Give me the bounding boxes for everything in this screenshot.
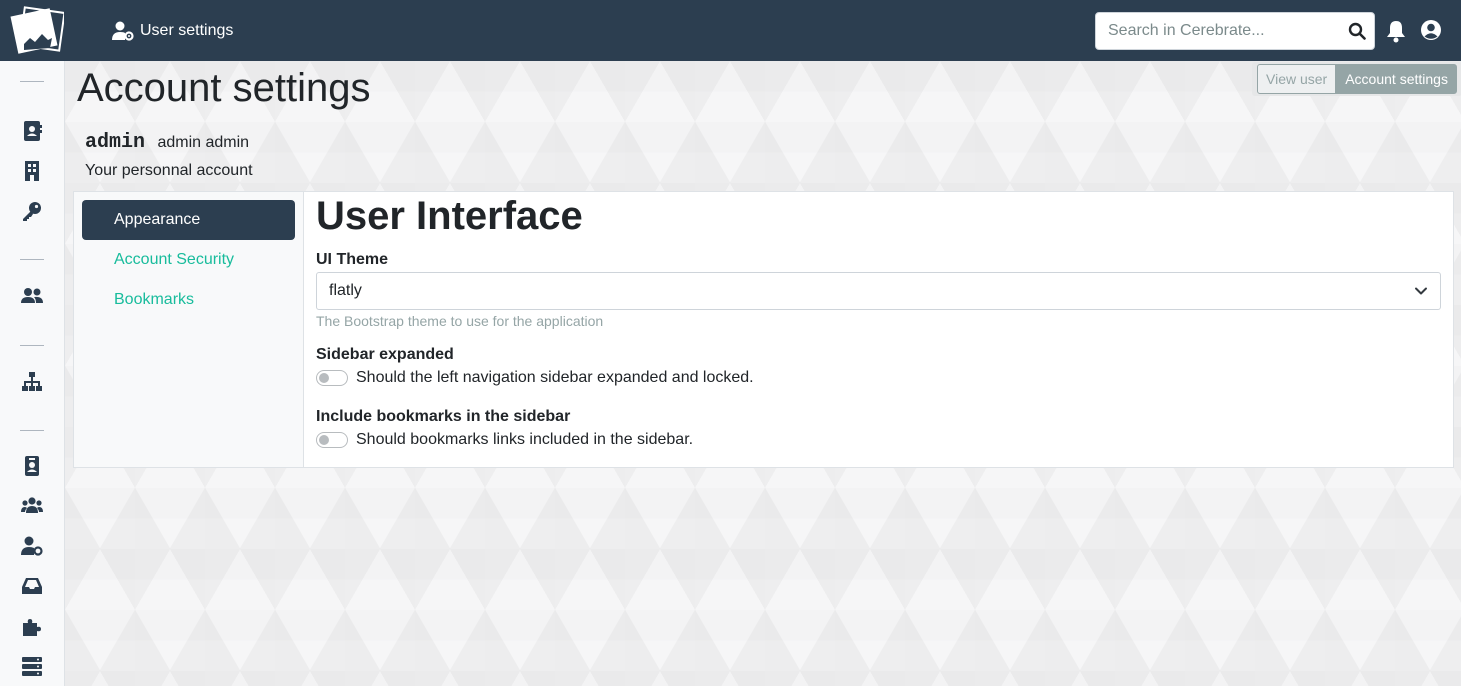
id-badge-icon[interactable]: [21, 455, 43, 477]
sidebar-expanded-label: Sidebar expanded: [316, 346, 454, 363]
settings-panel: User Interface UI Theme flatly The Boots…: [316, 192, 1443, 467]
settings-nav: Appearance Account Security Bookmarks: [74, 192, 304, 467]
address-book-icon[interactable]: [21, 120, 43, 142]
ui-theme-value: flatly: [329, 282, 362, 299]
panel-title: User Interface: [316, 194, 583, 238]
user-circle-icon[interactable]: [1420, 19, 1442, 41]
ui-theme-label: UI Theme: [316, 251, 389, 268]
view-user-button[interactable]: View user: [1257, 64, 1337, 94]
chevron-down-icon: [1415, 287, 1427, 295]
sidebar-divider: [20, 81, 44, 82]
server-icon[interactable]: [21, 655, 43, 677]
bell-icon[interactable]: [1385, 19, 1407, 43]
include-bookmarks-label: Include bookmarks in the sidebar: [316, 408, 571, 425]
ui-theme-select[interactable]: flatly: [316, 272, 1441, 310]
search-icon[interactable]: [1348, 22, 1366, 40]
puzzle-icon[interactable]: [21, 615, 43, 637]
account-settings-button[interactable]: Account settings: [1336, 64, 1457, 94]
users-icon[interactable]: [21, 285, 43, 307]
left-sidebar: [0, 61, 65, 686]
user-cog-icon: [112, 21, 134, 41]
sidebar-expanded-toggle[interactable]: [316, 370, 348, 386]
ui-theme-help: The Bootstrap theme to use for the appli…: [316, 313, 604, 329]
include-bookmarks-description: Should bookmarks links included in the s…: [356, 431, 694, 448]
settings-nav-bookmarks[interactable]: Bookmarks: [82, 280, 295, 320]
sidebar-divider: [20, 430, 44, 431]
user-cog-icon[interactable]: [21, 535, 43, 557]
account-description: Your personnal account: [85, 162, 253, 179]
nav-title-label: User settings: [140, 22, 234, 39]
sidebar-expanded-description: Should the left navigation sidebar expan…: [356, 369, 754, 386]
settings-nav-account-security[interactable]: Account Security: [82, 240, 295, 280]
inbox-icon[interactable]: [21, 575, 43, 597]
page-title: Account settings: [77, 66, 371, 110]
building-icon[interactable]: [21, 160, 43, 182]
search-input[interactable]: [1096, 13, 1336, 49]
include-bookmarks-row: Should bookmarks links included in the s…: [316, 431, 693, 449]
user-identity: admin admin admin: [85, 131, 249, 154]
nav-user-settings[interactable]: User settings: [112, 18, 233, 44]
sidebar-expanded-row: Should the left navigation sidebar expan…: [316, 369, 754, 387]
include-bookmarks-toggle[interactable]: [316, 432, 348, 448]
settings-nav-appearance[interactable]: Appearance: [82, 200, 295, 240]
user-group-icon[interactable]: [21, 495, 43, 517]
search-box: [1095, 12, 1375, 50]
sitemap-icon[interactable]: [21, 371, 43, 393]
sidebar-divider: [20, 345, 44, 346]
key-icon[interactable]: [21, 200, 43, 222]
username: admin: [85, 131, 146, 154]
cerebrate-logo-icon[interactable]: [10, 4, 64, 58]
user-full-name: admin admin: [157, 134, 250, 151]
sidebar-divider: [20, 259, 44, 260]
top-navbar: User settings: [0, 0, 1461, 61]
view-toggle-group: View user Account settings: [1252, 62, 1461, 96]
settings-card: Appearance Account Security Bookmarks Us…: [73, 191, 1454, 468]
